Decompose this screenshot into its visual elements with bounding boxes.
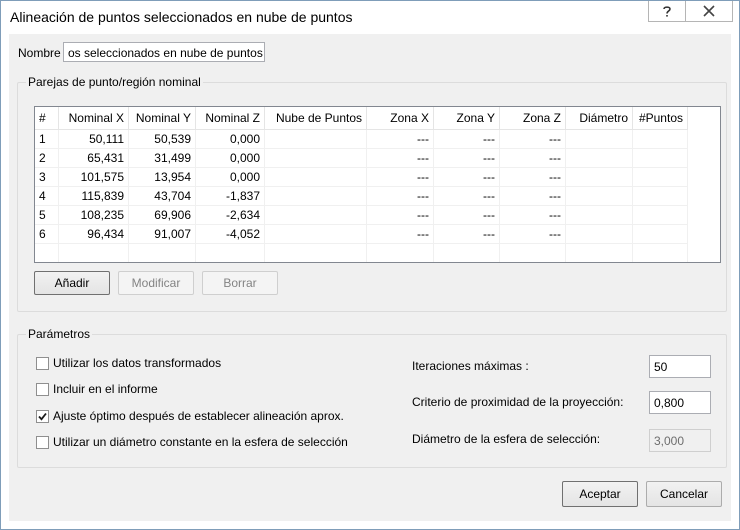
proximity-label: Criterio de proximidad de la proyección: bbox=[412, 395, 624, 409]
include-report-checkbox[interactable]: Incluir en el informe bbox=[36, 382, 158, 396]
best-fit-checkbox[interactable]: Ajuste óptimo después de establecer alin… bbox=[36, 409, 344, 423]
dialog-window: Alineación de puntos seleccionados en nu… bbox=[0, 0, 740, 530]
column-header[interactable]: Nube de Puntos bbox=[265, 107, 367, 129]
delete-button[interactable]: Borrar bbox=[202, 271, 278, 295]
constant-diameter-checkbox[interactable]: Utilizar un diámetro constante en la esf… bbox=[36, 435, 348, 449]
pairs-group: Parejas de punto/región nominal # Nomina… bbox=[17, 75, 727, 312]
checkbox-box[interactable] bbox=[36, 409, 49, 423]
table-row[interactable]: 1 50,111 50,539 0,000 --- --- --- bbox=[35, 130, 688, 149]
name-label: Nombre bbox=[18, 46, 61, 60]
column-header[interactable]: Zona X bbox=[367, 107, 434, 129]
column-header[interactable]: Zona Y bbox=[434, 107, 500, 129]
window-title: Alineación de puntos seleccionados en nu… bbox=[10, 9, 353, 25]
table-header: # Nominal X Nominal Y Nominal Z Nube de … bbox=[35, 107, 688, 130]
help-button[interactable] bbox=[648, 1, 686, 22]
dialog-client: Nombre os seleccionados en nube de punto… bbox=[9, 34, 731, 521]
column-header[interactable]: Nominal Z bbox=[196, 107, 265, 129]
pairs-group-title: Parejas de punto/región nominal bbox=[26, 75, 203, 89]
name-input[interactable]: os seleccionados en nube de puntos 1 bbox=[63, 42, 265, 62]
table-row-empty bbox=[35, 244, 688, 262]
max-iter-input[interactable]: 50 bbox=[649, 355, 711, 378]
params-group: Parámetros Utilizar los datos transforma… bbox=[17, 327, 727, 468]
use-transformed-checkbox[interactable]: Utilizar los datos transformados bbox=[36, 356, 221, 370]
close-icon bbox=[703, 5, 715, 17]
table-row[interactable]: 5 108,235 69,906 -2,634 --- --- --- bbox=[35, 206, 688, 225]
sphere-diameter-input[interactable]: 3,000 bbox=[649, 429, 711, 452]
checkmark-icon bbox=[38, 412, 47, 421]
accept-button[interactable]: Aceptar bbox=[562, 481, 638, 507]
table-row[interactable]: 2 65,431 31,499 0,000 --- --- --- bbox=[35, 149, 688, 168]
column-header[interactable]: #Puntos bbox=[633, 107, 688, 129]
pairs-table[interactable]: # Nominal X Nominal Y Nominal Z Nube de … bbox=[34, 106, 721, 263]
column-header[interactable]: Zona Z bbox=[500, 107, 566, 129]
params-group-title: Parámetros bbox=[26, 327, 93, 341]
column-header[interactable]: Nominal Y bbox=[129, 107, 196, 129]
checkbox-box[interactable] bbox=[36, 356, 49, 370]
table-row[interactable]: 4 115,839 43,704 -1,837 --- --- --- bbox=[35, 187, 688, 206]
sphere-diameter-label: Diámetro de la esfera de selección: bbox=[412, 432, 601, 446]
column-header[interactable]: Diámetro bbox=[566, 107, 633, 129]
proximity-input[interactable]: 0,800 bbox=[649, 391, 711, 414]
table-row[interactable]: 3 101,575 13,954 0,000 --- --- --- bbox=[35, 168, 688, 187]
max-iter-label: Iteraciones máximas : bbox=[412, 359, 529, 373]
checkbox-box[interactable] bbox=[36, 382, 49, 396]
help-icon bbox=[663, 6, 671, 17]
close-button[interactable] bbox=[686, 1, 733, 22]
column-header[interactable]: # bbox=[35, 107, 59, 129]
add-button[interactable]: Añadir bbox=[34, 271, 110, 295]
window-buttons bbox=[648, 1, 733, 23]
checkbox-box[interactable] bbox=[36, 435, 49, 449]
table-body: 1 50,111 50,539 0,000 --- --- --- 2 65,4… bbox=[35, 130, 688, 262]
modify-button[interactable]: Modificar bbox=[118, 271, 194, 295]
title-bar: Alineación de puntos seleccionados en nu… bbox=[1, 1, 739, 33]
column-header[interactable]: Nominal X bbox=[59, 107, 129, 129]
cancel-button[interactable]: Cancelar bbox=[646, 481, 722, 507]
table-row[interactable]: 6 96,434 91,007 -4,052 --- --- --- bbox=[35, 225, 688, 244]
